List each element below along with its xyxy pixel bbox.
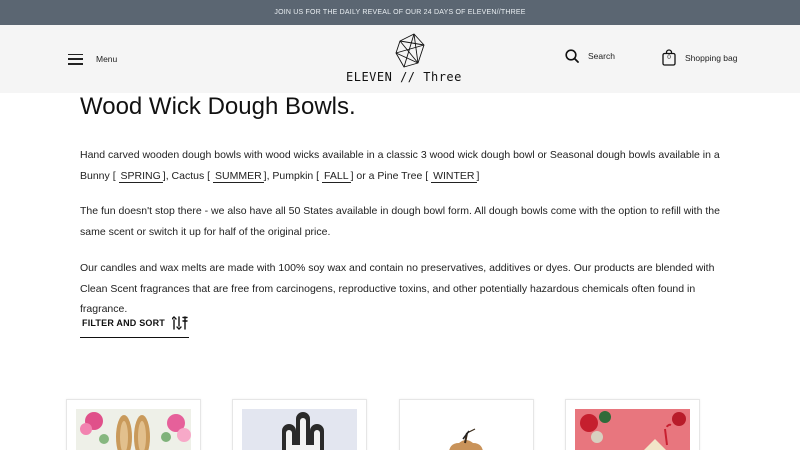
search-label: Search — [588, 51, 615, 61]
ingredients-paragraph: Our candles and wax melts are made with … — [80, 262, 715, 315]
announcement-text[interactable]: JOIN US FOR THE DAILY REVEAL OF OUR 24 D… — [274, 9, 525, 16]
search-icon — [565, 49, 579, 63]
cactus-dough-bowl-image — [242, 409, 357, 450]
states-paragraph: The fun doesn't stop there - we also hav… — [80, 205, 720, 238]
site-header: Menu ELEVEN // Three Search 0 Shopping b… — [0, 25, 800, 93]
search-button[interactable]: Search — [565, 49, 615, 63]
geometric-gem-logo-icon — [395, 33, 425, 68]
winter-link[interactable]: WINTER — [431, 169, 477, 183]
bag-count: 0 — [667, 54, 671, 61]
shopping-bag-button[interactable]: 0 Shopping bag — [662, 49, 737, 66]
logo-wordmark: ELEVEN // Three — [346, 70, 462, 84]
pumpkin-dough-bowl-image — [409, 409, 524, 450]
product-card[interactable] — [565, 399, 700, 450]
product-card[interactable] — [232, 399, 367, 450]
collection-description: Wood Wick Dough Bowls. Hand carved woode… — [80, 92, 720, 315]
hamburger-icon — [68, 53, 83, 65]
spring-link[interactable]: SPRING — [118, 169, 163, 183]
intro-text: ] — [476, 169, 480, 182]
intro-text: ], Pumpkin [ — [263, 169, 320, 182]
intro-paragraph: Hand carved wooden dough bowls with wood… — [80, 145, 720, 186]
menu-button[interactable]: Menu — [68, 49, 117, 69]
product-card[interactable] — [66, 399, 201, 450]
pine-tree-dough-bowl-image — [575, 409, 690, 450]
product-card[interactable] — [399, 399, 534, 450]
sliders-icon — [172, 316, 188, 330]
summer-link[interactable]: SUMMER — [212, 169, 264, 183]
bag-label: Shopping bag — [685, 52, 738, 63]
bunny-dough-bowl-image — [76, 409, 191, 450]
page-title: Wood Wick Dough Bowls. — [80, 93, 356, 120]
intro-text: ], Cactus [ — [162, 169, 211, 182]
filter-and-sort-button[interactable]: FILTER AND SORT — [80, 313, 189, 338]
shopping-bag-icon: 0 — [662, 49, 676, 66]
filter-label: FILTER AND SORT — [82, 318, 165, 328]
menu-label: Menu — [96, 54, 118, 64]
fall-link[interactable]: FALL — [322, 169, 351, 183]
site-logo[interactable]: ELEVEN // Three — [346, 33, 462, 89]
announcement-bar[interactable]: JOIN US FOR THE DAILY REVEAL OF OUR 24 D… — [0, 0, 800, 25]
intro-text: ] or a Pine Tree [ — [350, 169, 429, 182]
